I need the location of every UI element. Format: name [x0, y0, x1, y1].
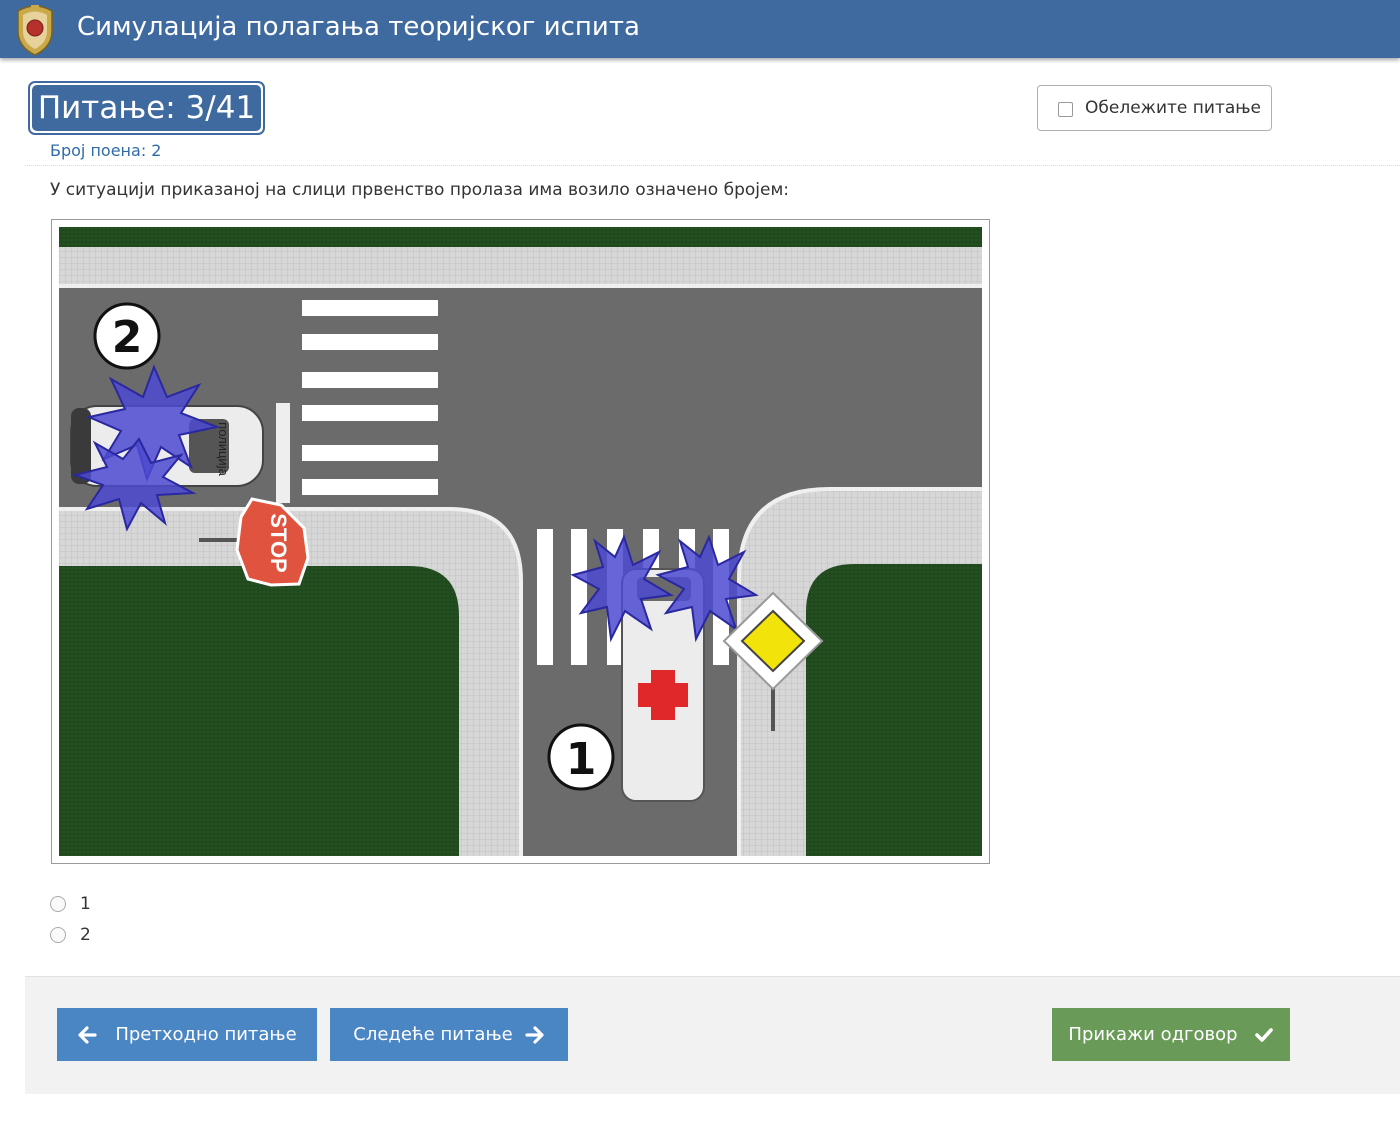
flag-question-label: Обележите питање — [1085, 98, 1261, 118]
arrow-left-icon — [78, 1025, 97, 1044]
arrow-right-icon — [525, 1025, 544, 1044]
previous-question-button[interactable]: Претходно питање — [57, 1008, 317, 1061]
checkmark-icon — [1254, 1027, 1273, 1042]
vehicle-1-number: 1 — [547, 723, 615, 791]
answer-label-2: 2 — [80, 925, 91, 945]
vehicle-2-number: 2 — [93, 302, 161, 370]
flag-checkbox[interactable] — [1058, 101, 1073, 117]
points-label: Број поена: 2 — [50, 141, 162, 160]
show-answer-label: Прикажи одговор — [1068, 1024, 1238, 1045]
question-text: У ситуацији приказаној на слици првенств… — [50, 180, 789, 200]
intersection-illustration: полиција 2 STOP 1 — [59, 227, 982, 856]
show-answer-button[interactable]: Прикажи одговор — [1052, 1008, 1290, 1061]
answer-option-2[interactable]: 2 — [50, 925, 91, 945]
flag-question-button[interactable]: Обележите питање — [1037, 85, 1272, 131]
answer-radio-2[interactable] — [50, 927, 66, 943]
svg-text:полиција: полиција — [216, 422, 231, 476]
question-number: Питање: 3/41 — [32, 85, 261, 131]
police-crest-icon — [17, 5, 53, 56]
divider — [25, 165, 1400, 166]
app-title: Симулација полагања теоријског испита — [77, 12, 640, 42]
answer-radio-1[interactable] — [50, 896, 66, 912]
next-question-button[interactable]: Следеће питање — [330, 1008, 568, 1061]
question-illustration: полиција 2 STOP 1 — [51, 219, 990, 864]
question-number-badge: Питање: 3/41 — [28, 81, 265, 135]
svg-text:2: 2 — [112, 312, 143, 363]
previous-question-label: Претходно питање — [115, 1024, 297, 1045]
svg-text:1: 1 — [566, 734, 597, 785]
top-bar: Симулација полагања теоријског испита — [0, 0, 1400, 58]
answer-option-1[interactable]: 1 — [50, 894, 91, 914]
answer-label-1: 1 — [80, 894, 91, 914]
next-question-label: Следеће питање — [353, 1024, 513, 1045]
svg-text:STOP: STOP — [266, 513, 291, 573]
